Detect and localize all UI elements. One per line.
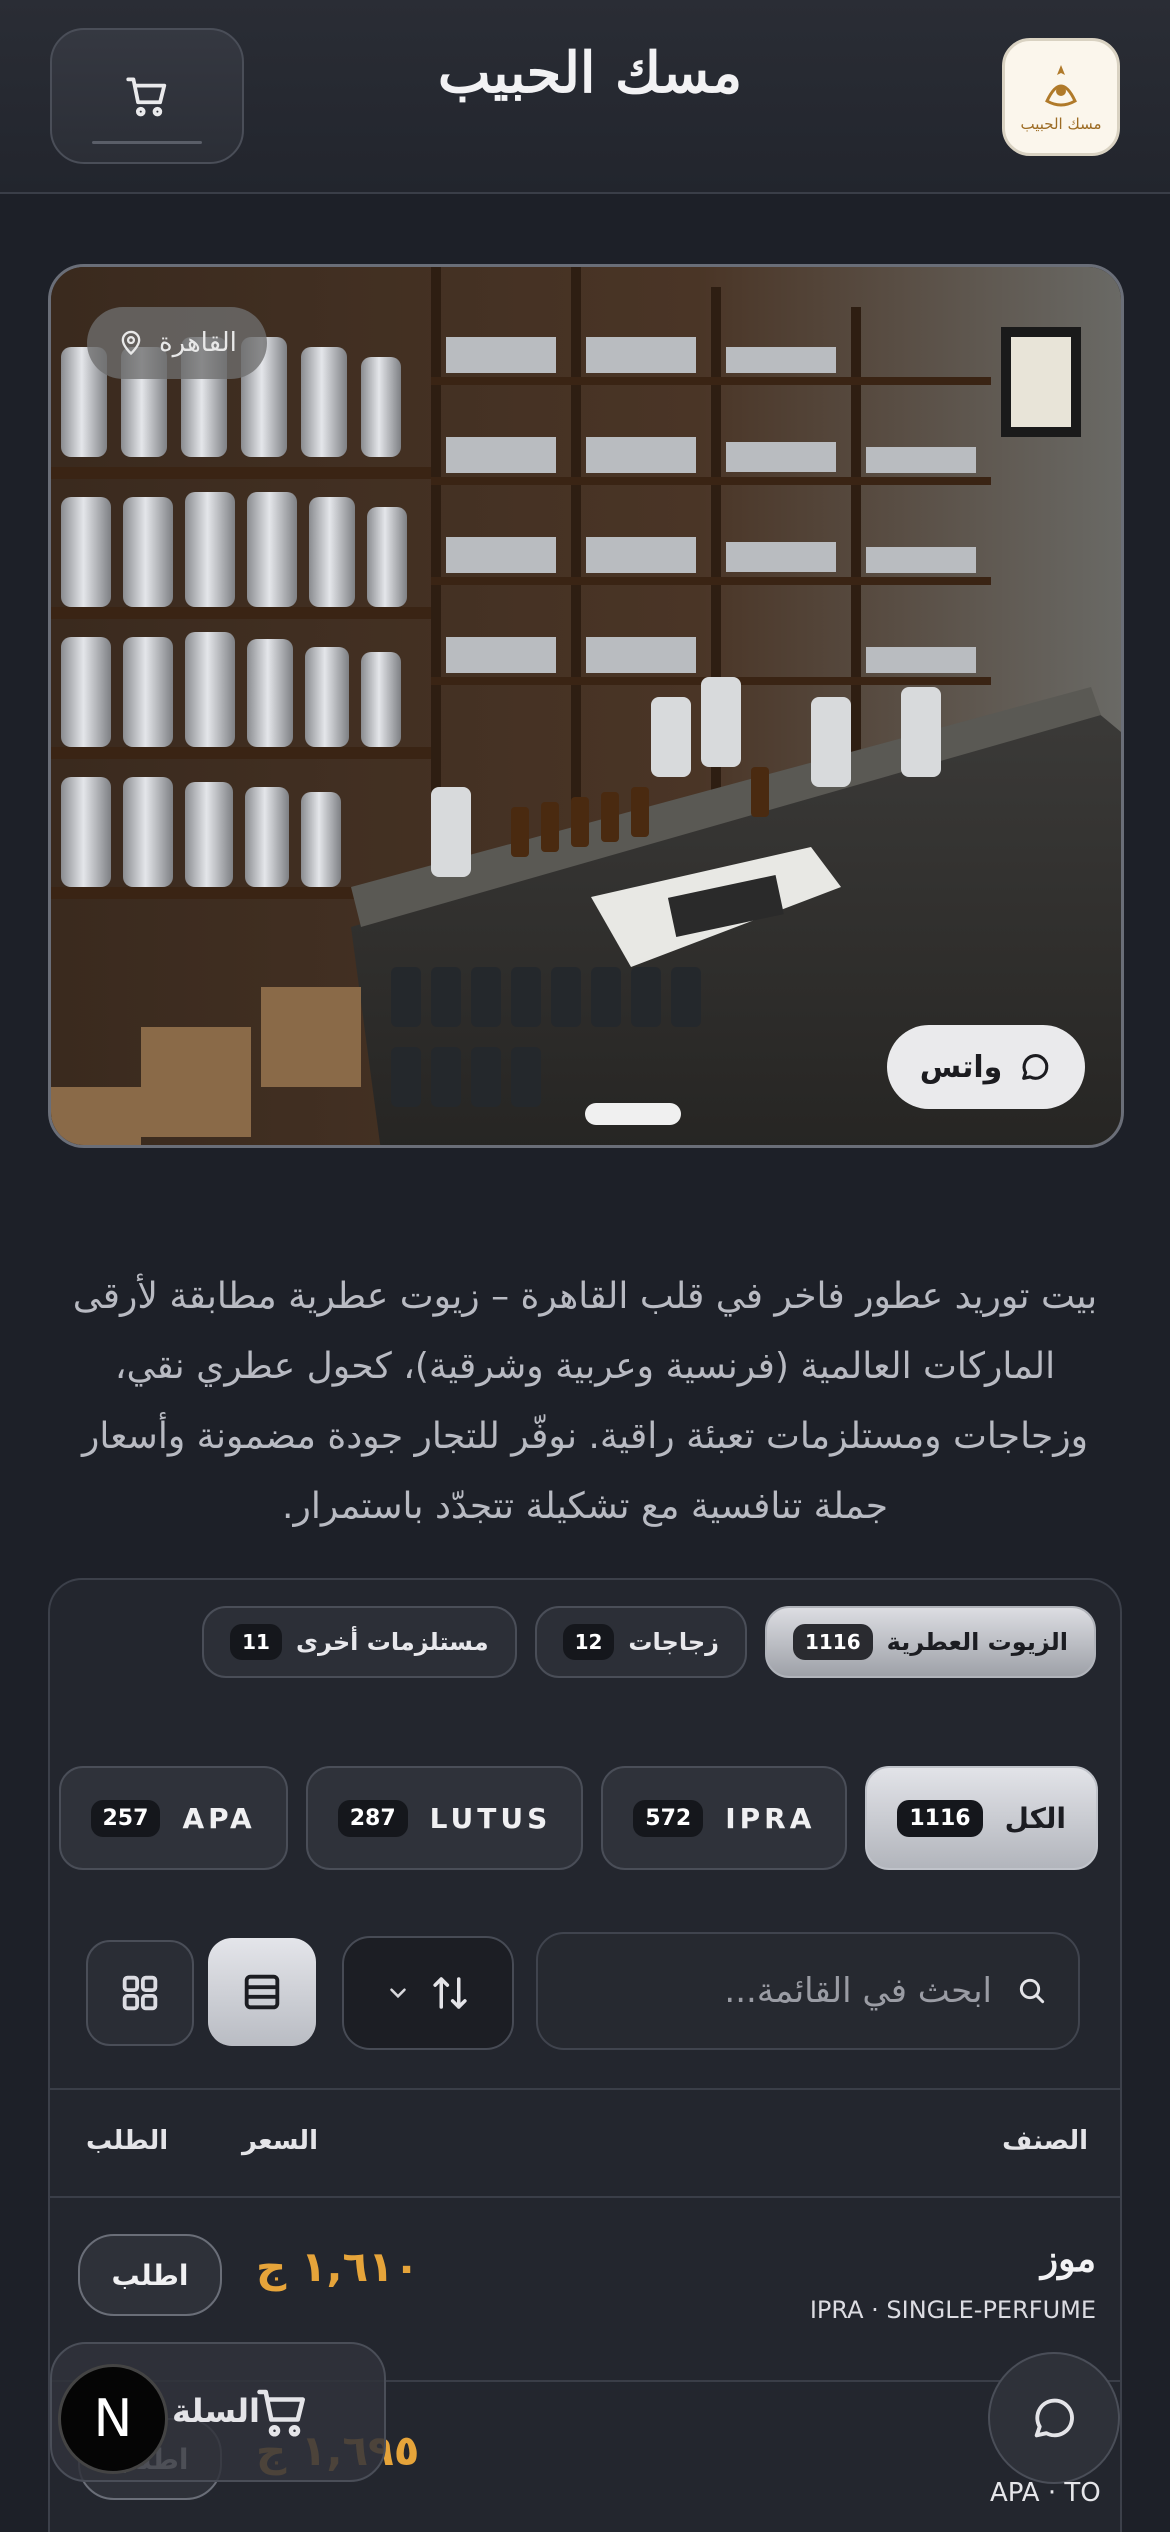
page-title: مسك الحبيب	[437, 40, 743, 106]
product-name: موز	[1040, 2238, 1096, 2280]
app-header: مسك الحبيب مسك الحبيب	[0, 0, 1170, 194]
tab-label: الزيوت العطرية	[886, 1628, 1068, 1656]
tab-supplies[interactable]: مستلزمات أخرى 11	[202, 1606, 517, 1678]
row-meta-peek: APA · TO	[990, 2478, 1101, 2508]
grid-view-icon	[122, 1975, 158, 2011]
brand-label: APA	[182, 1801, 256, 1835]
product-meta: IPRA · SINGLE-PERFUME	[809, 2296, 1096, 2324]
cart-icon	[126, 77, 167, 117]
floating-cart-label: السلة	[172, 2392, 261, 2430]
whatsapp-button[interactable]: واتس	[887, 1025, 1085, 1109]
brand-lutus[interactable]: LUTUS 287	[305, 1766, 584, 1870]
table-header: الصنف السعر الطلب	[50, 2088, 1120, 2198]
location-label: القاهرة	[159, 328, 237, 358]
location-badge[interactable]: القاهرة	[87, 307, 267, 379]
tab-oils[interactable]: الزيوت العطرية 1116	[764, 1606, 1096, 1678]
col-price: السعر	[242, 2126, 318, 2156]
brand-filters: الكل 1116 IPRA 572 LUTUS 287 APA 257	[58, 1766, 1098, 1870]
brand-label: IPRA	[725, 1801, 816, 1835]
brand-label: الكل	[1004, 1801, 1066, 1835]
search-input[interactable]	[568, 1971, 992, 2011]
cart-button[interactable]	[50, 28, 244, 164]
brand-ipra[interactable]: IPRA 572	[601, 1766, 848, 1870]
count-badge: 1116	[792, 1624, 873, 1660]
search-icon	[1019, 1978, 1045, 2004]
category-tabs: الزيوت العطرية 1116 زجاجات 12 مستلزمات أ…	[202, 1606, 1096, 1678]
count-badge: 12	[562, 1624, 615, 1660]
brand-all[interactable]: الكل 1116	[865, 1766, 1098, 1870]
count-badge: 287	[337, 1799, 408, 1837]
col-order: الطلب	[86, 2126, 169, 2156]
list-view-icon	[244, 1974, 280, 2010]
sort-button[interactable]	[342, 1936, 514, 2050]
carousel-indicator[interactable]	[585, 1103, 681, 1125]
brand-apa[interactable]: APA 257	[58, 1766, 288, 1870]
sort-arrows-icon	[433, 1977, 467, 2009]
next-dev-badge[interactable]: N	[58, 2364, 168, 2474]
hero-image[interactable]: القاهرة واتس	[48, 264, 1124, 1148]
logo-text: مسك الحبيب	[1020, 115, 1102, 133]
search-bar	[536, 1932, 1080, 2050]
count-badge: 572	[633, 1799, 704, 1837]
order-button[interactable]: اطلب	[78, 2234, 222, 2316]
chat-bubble-icon	[1034, 2398, 1074, 2438]
count-badge: 257	[90, 1799, 161, 1837]
whatsapp-label: واتس	[919, 1049, 1003, 1085]
col-item: الصنف	[1002, 2126, 1088, 2156]
tab-bottles[interactable]: زجاجات 12	[534, 1606, 747, 1678]
list-view-toggle[interactable]	[208, 1938, 316, 2046]
tab-label: مستلزمات أخرى	[295, 1628, 489, 1656]
brand-logo[interactable]: مسك الحبيب	[1002, 38, 1120, 156]
brand-label: LUTUS	[429, 1801, 552, 1835]
store-description: بيت توريد عطور فاخر في قلب القاهرة – زيو…	[72, 1276, 1098, 1527]
chat-bubble-icon	[1022, 1054, 1049, 1080]
logo-emblem-icon	[1045, 65, 1077, 107]
map-pin-icon	[121, 330, 141, 356]
tab-label: زجاجات	[628, 1628, 719, 1656]
chat-fab-button[interactable]	[988, 2352, 1120, 2484]
cart-icon	[257, 2389, 305, 2437]
grid-view-toggle[interactable]	[86, 1940, 194, 2046]
product-price: ١,٦١٠ ج	[256, 2242, 420, 2291]
count-badge: 1116	[897, 1799, 983, 1837]
perfume-shop-photo	[51, 267, 1121, 1145]
count-badge: 11	[230, 1624, 282, 1660]
chevron-down-icon	[390, 1988, 406, 1999]
